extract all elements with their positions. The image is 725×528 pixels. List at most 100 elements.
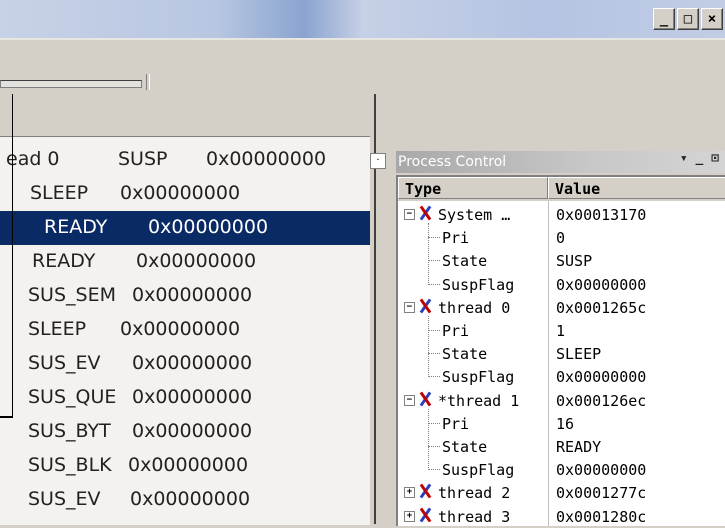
thread-list-row[interactable]: ead 0 SUSP 0x00000000	[0, 143, 370, 177]
thread-list-row[interactable]: SUS_BYT 0x00000000	[0, 415, 370, 449]
thread-list-row[interactable]: SUS_BLK 0x00000000	[0, 449, 370, 483]
thread-list-row[interactable]: SUS_EV 0x00000000	[0, 347, 370, 381]
tree-guide-line	[428, 223, 429, 285]
panel-controls[interactable]: ▾ _ ⊡	[680, 151, 719, 166]
thread-list-dialog: ead 0 SUSP 0x00000000 SLEEP 0x00000000 READY 0…	[0, 94, 376, 525]
column-header-type[interactable]: Type	[398, 177, 548, 199]
tree-node-row[interactable]: − thread 0 0x0001265c	[398, 296, 725, 319]
tree-guide-line	[428, 237, 440, 239]
expand-icon[interactable]: +	[404, 487, 415, 499]
thread-icon	[418, 298, 432, 314]
tree-leaf-row[interactable]: Pri 0	[398, 226, 725, 249]
tree-leaf-label: Pri	[442, 414, 470, 433]
thread-list-row[interactable]: READY 0x00000000	[0, 245, 370, 279]
tree-leaf-row[interactable]: SuspFlag 0x00000000	[398, 273, 725, 296]
thread-icon	[418, 507, 432, 523]
tree-value: READY	[556, 438, 602, 456]
menu-bar	[0, 40, 725, 74]
thread-list-row[interactable]: SUS_EV 0x00000000	[0, 483, 370, 517]
collapse-icon[interactable]: −	[404, 209, 415, 220]
tree-value: 0x000126ec	[556, 391, 647, 410]
tree-value: 0x0001265c	[556, 298, 647, 317]
tree-leaf-label: Pri	[442, 322, 470, 340]
tree-node-label: thread 3	[438, 507, 511, 526]
tree-value: 0x00000000	[556, 368, 647, 387]
process-control-panel: · Process Control ▾ _ ⊡ Type Value − Syst…	[370, 147, 725, 526]
process-tree[interactable]: Type Value − System … 0x00013170 Pri 0 State S…	[396, 175, 725, 526]
thread-state: SUS_BLK	[28, 454, 112, 476]
thread-value: 0x00000000	[148, 216, 269, 238]
expand-icon[interactable]: +	[404, 510, 415, 522]
collapse-icon[interactable]: −	[404, 394, 415, 406]
thread-value: 0x00000000	[206, 148, 327, 170]
thread-value: 0x00000000	[132, 420, 253, 442]
thread-value: 0x00000000	[132, 352, 253, 374]
thread-list-row[interactable]: SLEEP 0x00000000	[0, 177, 370, 211]
tree-value: 16	[556, 414, 575, 433]
tree-leaf-row[interactable]: Pri 16	[398, 412, 725, 435]
tree-guide-line	[428, 315, 429, 378]
tree-node-label: *thread 1	[438, 391, 520, 410]
tree-leaf-row[interactable]: SuspFlag 0x00000000	[398, 458, 725, 481]
thread-state: SUS_EV	[28, 352, 101, 374]
thread-list-row[interactable]: SUS_QUE 0x00000000	[0, 381, 370, 415]
panel-title: Process Control	[398, 154, 507, 170]
tree-leaf-row[interactable]: SuspFlag 0x00000000	[398, 365, 725, 388]
tree-value: 0x00000000	[556, 275, 647, 294]
tree-node-row[interactable]: + thread 3 0x0001280c	[398, 505, 725, 528]
tree-leaf-label: SuspFlag	[442, 275, 515, 294]
thread-state: SUS_BYT	[28, 420, 111, 442]
dialog-edge-foot	[0, 416, 12, 418]
tree-guide-line	[428, 408, 429, 471]
panel-caption[interactable]: Process Control ▾ _ ⊡	[396, 151, 725, 173]
tree-leaf-label: State	[442, 252, 488, 271]
tree-leaf-row[interactable]: State SLEEP	[398, 342, 725, 365]
tree-leaf-label: State	[442, 438, 488, 456]
panel-splitter-handle[interactable]: ·	[370, 153, 386, 169]
thread-value: 0x00000000	[130, 488, 251, 510]
tree-guide-line	[428, 422, 440, 424]
tree-value: 0x0001280c	[556, 507, 647, 526]
column-header-value[interactable]: Value	[548, 177, 725, 199]
tree-leaf-row[interactable]: Pri 1	[398, 319, 725, 342]
thread-state: READY	[44, 216, 108, 238]
tree-leaf-row[interactable]: State READY	[398, 435, 725, 458]
window-controls: _ □ ×	[653, 8, 723, 30]
tree-leaf-row[interactable]: State SUSP	[398, 249, 725, 272]
thread-state: READY	[32, 250, 96, 272]
thread-value: 0x00000000	[120, 182, 241, 204]
tree-guide-line	[428, 353, 440, 355]
thread-state: SUS_QUE	[28, 386, 117, 408]
tree-leaf-label: SuspFlag	[442, 368, 515, 387]
tree-guide-line	[428, 469, 440, 471]
thread-list-row[interactable]: READY 0x00000000	[0, 211, 370, 245]
thread-list-row[interactable]: SUS_SEM 0x00000000	[0, 279, 370, 313]
thread-value: 0x00000000	[136, 250, 257, 272]
tree-node-row[interactable]: − System … 0x00013170	[398, 203, 725, 226]
tree-value: 0x00000000	[556, 461, 647, 480]
close-button[interactable]: ×	[701, 8, 723, 30]
tree-value: SLEEP	[556, 345, 602, 364]
toolbar-separator	[146, 74, 150, 90]
thread-value: 0x00000000	[120, 318, 241, 340]
tree-leaf-label: State	[442, 345, 488, 364]
tree-value: SUSP	[556, 252, 593, 271]
thread-list: ead 0 SUSP 0x00000000 SLEEP 0x00000000 READY 0…	[0, 136, 370, 525]
thread-value: 0x00000000	[128, 454, 249, 476]
tree-node-row[interactable]: + thread 2 0x0001277c	[398, 481, 725, 504]
thread-list-row[interactable]: SLEEP 0x00000000	[0, 313, 370, 347]
thread-value: 0x00000000	[132, 386, 253, 408]
tree-guide-line	[428, 446, 440, 447]
toolbar	[0, 74, 725, 94]
tree-guide-line	[428, 376, 440, 378]
window-titlebar[interactable]: _ □ ×	[0, 0, 725, 40]
maximize-button[interactable]: □	[677, 8, 699, 30]
collapse-icon[interactable]: −	[404, 301, 415, 313]
tree-leaf-label: Pri	[442, 229, 470, 248]
thread-state: SUSP	[118, 148, 168, 170]
dialog-edge-line	[12, 94, 13, 418]
tree-node-row[interactable]: − *thread 1 0x000126ec	[398, 389, 725, 412]
thread-icon	[418, 205, 432, 221]
minimize-button[interactable]: _	[653, 8, 675, 30]
tree-node-label: thread 2	[438, 484, 511, 503]
